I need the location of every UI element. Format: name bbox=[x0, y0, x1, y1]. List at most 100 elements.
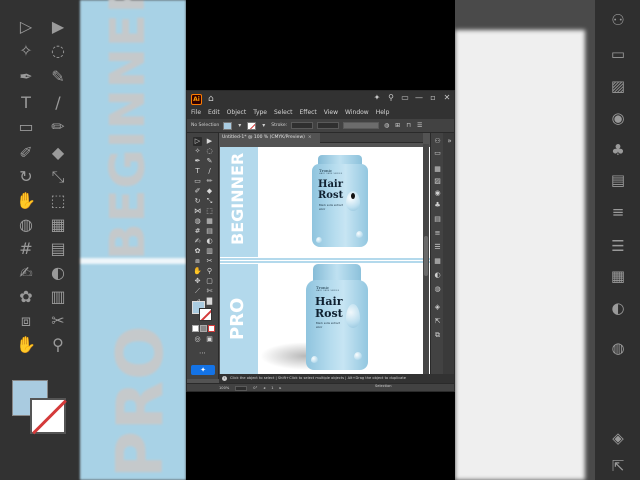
zoom-dropdown[interactable] bbox=[235, 385, 248, 391]
style-icon[interactable]: ◍ bbox=[383, 122, 390, 129]
color-icon[interactable]: ◉ bbox=[433, 189, 442, 198]
width-tool-icon[interactable]: ⋈ bbox=[193, 207, 202, 216]
layers-panel-icon[interactable]: ◈ bbox=[433, 303, 442, 312]
image-trace-icon[interactable]: ▨ bbox=[433, 177, 442, 186]
transparency-panel-icon[interactable]: ◐ bbox=[433, 271, 442, 280]
beginner-bottle[interactable]: Tronic HAIR CARE SERIES Hair Rost Black … bbox=[312, 155, 368, 247]
symbols-icon[interactable]: ♣ bbox=[433, 201, 442, 210]
menu-edit[interactable]: Edit bbox=[208, 107, 220, 119]
column-graph-tool-icon[interactable]: ▇ bbox=[205, 297, 214, 306]
edit-toolbar-icon[interactable]: ⋯ bbox=[198, 349, 207, 358]
pen-tool-icon[interactable]: ✒ bbox=[193, 157, 202, 166]
swatches-icon[interactable]: ▦ bbox=[433, 165, 442, 174]
free-transform-tool-icon[interactable]: ⬚ bbox=[205, 207, 214, 216]
graph-tool-icon[interactable]: ▥ bbox=[205, 247, 214, 256]
draw-normal-icon[interactable]: ◎ bbox=[193, 335, 202, 344]
transform-icon[interactable]: ⊓ bbox=[405, 122, 412, 129]
stroke-color-swatch[interactable] bbox=[199, 308, 212, 321]
artboard-nav-prev[interactable]: ◂ bbox=[263, 386, 265, 390]
vertical-scrollbar[interactable] bbox=[423, 144, 429, 379]
print-tiling-tool-icon[interactable]: ▢ bbox=[205, 277, 214, 286]
chevron-down-icon[interactable]: ▾ bbox=[260, 122, 267, 129]
menu-file[interactable]: File bbox=[191, 107, 201, 119]
menu-help[interactable]: Help bbox=[376, 107, 390, 119]
blend-tool-icon[interactable]: ◐ bbox=[205, 237, 214, 246]
curvature-tool-icon[interactable]: ✎ bbox=[205, 157, 214, 166]
beginner-label[interactable]: BEGINNER bbox=[228, 153, 247, 245]
gradient-mode-button[interactable] bbox=[200, 325, 207, 332]
lasso-tool-icon[interactable]: ◌ bbox=[205, 147, 214, 156]
collapse-panels-icon[interactable]: » bbox=[445, 137, 454, 146]
artboard[interactable]: BEGINNER Tronic HAIR CARE SERIES Hair Ro… bbox=[220, 147, 430, 378]
type-tool-icon[interactable]: T bbox=[193, 167, 202, 176]
chevron-down-icon[interactable]: ▾ bbox=[236, 122, 243, 129]
shortcuts-button[interactable]: ✦ bbox=[191, 365, 215, 375]
rectangle-tool-icon[interactable]: ▭ bbox=[193, 177, 202, 186]
menu-object[interactable]: Object bbox=[227, 107, 247, 119]
direct-selection-tool-icon[interactable]: ▶ bbox=[205, 137, 214, 146]
line-tool-icon[interactable]: / bbox=[205, 167, 214, 176]
menu-effect[interactable]: Effect bbox=[300, 107, 317, 119]
magic-wand-tool-icon[interactable]: ✧ bbox=[193, 147, 202, 156]
eraser-tool-icon[interactable]: ◆ bbox=[205, 187, 214, 196]
appearance-panel-icon[interactable]: ◍ bbox=[433, 285, 442, 294]
artboard-nav-next[interactable]: ▸ bbox=[279, 386, 281, 390]
document-tab[interactable]: Untitled-1* @ 100 % (CMYK/Preview) × bbox=[219, 133, 320, 143]
rotate-tool-icon[interactable]: ↻ bbox=[193, 197, 202, 206]
menu-view[interactable]: View bbox=[324, 107, 338, 119]
puppet-warp-tool-icon[interactable]: ✥ bbox=[193, 277, 202, 286]
home-icon[interactable]: ⌂ bbox=[208, 94, 214, 104]
mesh-tool-icon[interactable]: # bbox=[193, 227, 202, 236]
zoom-level[interactable]: 100% bbox=[219, 386, 229, 390]
symbol-sprayer-tool-icon[interactable]: ✿ bbox=[193, 247, 202, 256]
artboard-number[interactable]: 1 bbox=[271, 386, 273, 390]
paintbrush-tool-icon[interactable]: ✏ bbox=[205, 177, 214, 186]
minimize-icon[interactable]: — bbox=[414, 93, 424, 103]
screen-mode-icon[interactable]: ▣ bbox=[205, 335, 214, 344]
fill-swatch[interactable] bbox=[223, 121, 233, 130]
zoom-tool-icon[interactable]: ⚲ bbox=[205, 267, 214, 276]
knife-tool-icon[interactable]: ⟋ bbox=[193, 287, 202, 296]
panel-menu-icon[interactable]: ☰ bbox=[416, 122, 423, 129]
artboards-panel-icon[interactable]: ⧉ bbox=[433, 331, 442, 340]
stroke-weight-field[interactable] bbox=[291, 122, 314, 129]
slice-tool-icon[interactable]: ✂ bbox=[205, 257, 214, 266]
gradient-tool-icon[interactable]: ▤ bbox=[205, 227, 214, 236]
maximize-icon[interactable]: ▫ bbox=[428, 93, 438, 103]
close-tab-icon[interactable]: × bbox=[308, 135, 312, 140]
menu-window[interactable]: Window bbox=[345, 107, 369, 119]
opacity-field[interactable] bbox=[343, 122, 380, 129]
close-icon[interactable]: ✕ bbox=[442, 93, 452, 103]
arrange-icon[interactable]: ▭ bbox=[400, 93, 410, 103]
pro-label[interactable]: PRO bbox=[227, 298, 248, 340]
eyedropper-tool-icon[interactable]: ✍ bbox=[193, 237, 202, 246]
search-icon[interactable]: ⚲ bbox=[386, 93, 396, 103]
properties-icon[interactable]: ▭ bbox=[433, 149, 442, 158]
rotation-angle[interactable]: 0° bbox=[253, 386, 257, 390]
libraries-icon[interactable]: ⚇ bbox=[433, 137, 442, 146]
shape-builder-tool-icon[interactable]: ◍ bbox=[193, 217, 202, 226]
none-mode-button[interactable] bbox=[208, 325, 215, 332]
color-mode-button[interactable] bbox=[192, 325, 199, 332]
scissors-tool-icon[interactable]: ✄ bbox=[205, 287, 214, 296]
align-icon[interactable]: ⊞ bbox=[394, 122, 401, 129]
pro-bottle[interactable]: Tronic HAIR CARE SERIES Hair Rost Black … bbox=[306, 264, 368, 370]
menu-select[interactable]: Select bbox=[274, 107, 293, 119]
hand-tool-icon[interactable]: ✋ bbox=[193, 267, 202, 276]
menu-panel-icon[interactable]: ☰ bbox=[433, 243, 442, 252]
gradient-panel-icon[interactable]: ▦ bbox=[433, 257, 442, 266]
align-panel-icon[interactable]: ▤ bbox=[433, 215, 442, 224]
share-icon[interactable]: ✦ bbox=[372, 93, 382, 103]
scrollbar-thumb[interactable] bbox=[424, 236, 428, 276]
variable-width-field[interactable] bbox=[317, 122, 340, 129]
stroke-swatch[interactable] bbox=[247, 121, 257, 130]
shaper-tool-icon[interactable]: ✐ bbox=[193, 187, 202, 196]
artboard-tool-icon[interactable]: ⧈ bbox=[193, 257, 202, 266]
perspective-grid-tool-icon[interactable]: ▦ bbox=[205, 217, 214, 226]
stroke-panel-icon[interactable]: ≡ bbox=[433, 229, 442, 238]
scale-tool-icon[interactable]: ⤡ bbox=[205, 197, 214, 206]
asset-export-icon[interactable]: ⇱ bbox=[433, 317, 442, 326]
selection-tool-icon[interactable]: ▷ bbox=[193, 137, 202, 146]
menu-type[interactable]: Type bbox=[253, 107, 267, 119]
canvas-area[interactable]: BEGINNER Tronic HAIR CARE SERIES Hair Ro… bbox=[219, 144, 430, 379]
